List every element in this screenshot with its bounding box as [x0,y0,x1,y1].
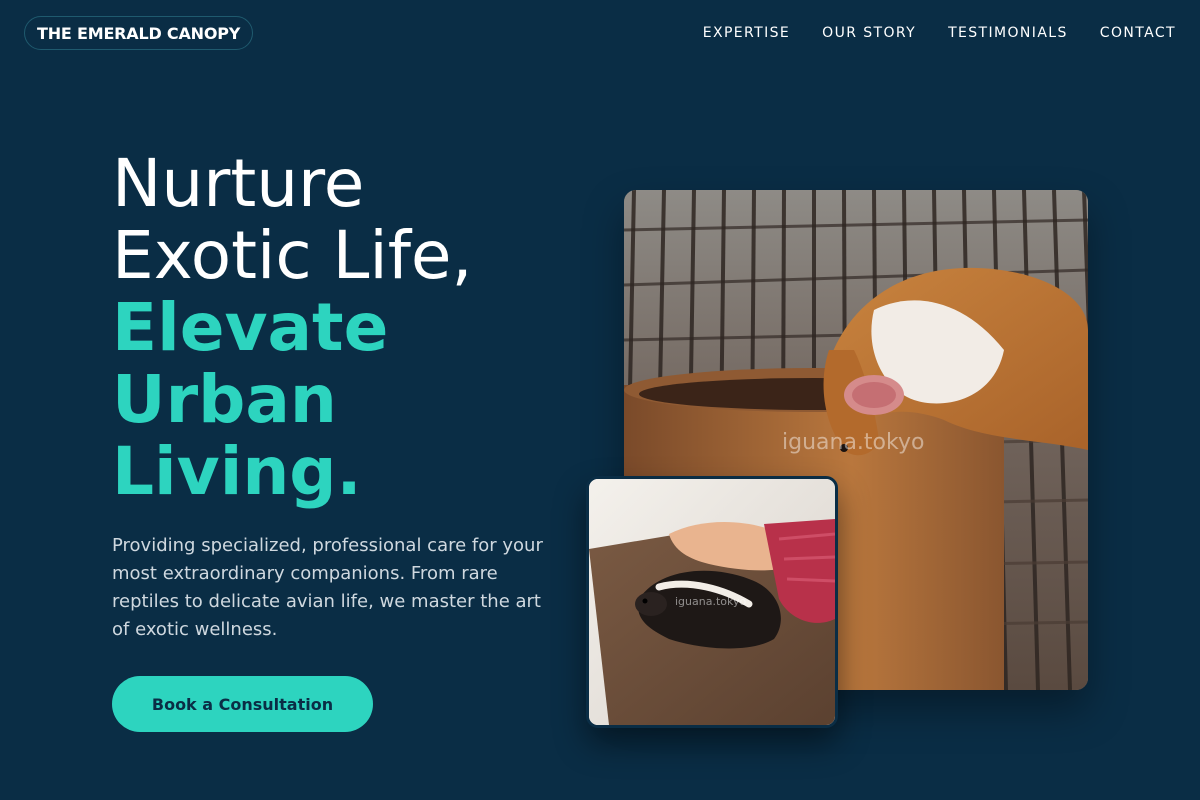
nav-item-our-story[interactable]: OUR STORY [822,24,916,42]
skunk-photo: iguana.tokyo [586,476,838,728]
hero-title-line-2: Exotic Life, [112,217,473,294]
nav-item-contact[interactable]: CONTACT [1100,24,1176,42]
hero-title: Nurture Exotic Life, Elevate Urban Livin… [112,148,473,508]
brand-logo[interactable]: THE EMERALD CANOPY [24,16,254,50]
hero-description: Providing specialized, professional care… [112,535,543,640]
hero-accent-line-1: Elevate [112,289,389,366]
main-nav: EXPERTISE OUR STORY TESTIMONIALS CONTACT [703,24,1176,42]
hero-title-line-1: Nurture [112,145,365,222]
book-consultation-button[interactable]: Book a Consultation [112,676,373,732]
nav-item-testimonials[interactable]: TESTIMONIALS [948,24,1068,42]
hero-accent-line-3: Living. [112,433,362,510]
sub-photo-watermark: iguana.tokyo [675,595,747,608]
hero-accent-line-2: Urban [112,361,337,438]
main-photo-watermark: iguana.tokyo [782,430,925,455]
nav-item-expertise[interactable]: EXPERTISE [703,24,790,42]
